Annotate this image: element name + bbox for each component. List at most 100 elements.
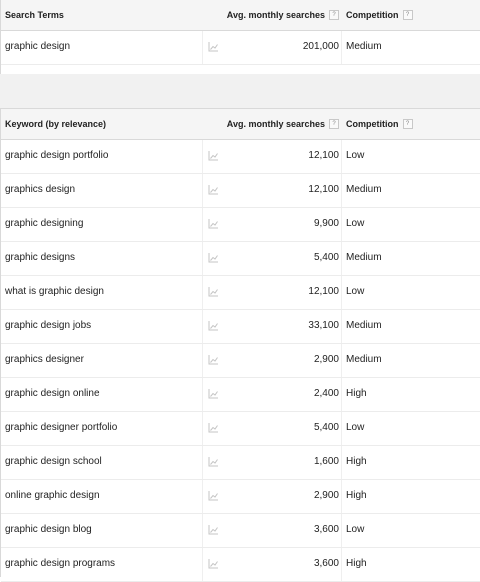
competition-cell: Medium: [346, 41, 382, 52]
table-row: graphic designing 9,900 Low: [1, 208, 480, 242]
keyword-cell[interactable]: graphic designing: [5, 218, 83, 229]
competition-cell: High: [346, 558, 367, 569]
keyword-cell[interactable]: graphics design: [5, 184, 75, 195]
table-row: graphics designer 2,900 Medium: [1, 344, 480, 378]
column-divider: [202, 310, 203, 343]
competition-cell: Low: [346, 286, 365, 297]
competition-cell: High: [346, 456, 367, 467]
trend-chart-icon[interactable]: [208, 253, 219, 263]
competition-cell: Low: [346, 218, 365, 229]
competition-cell: Medium: [346, 184, 382, 195]
trend-chart-icon[interactable]: [208, 219, 219, 229]
help-icon[interactable]: ?: [329, 119, 339, 129]
column-divider: [202, 31, 203, 64]
keyword-cell[interactable]: graphic designs: [5, 252, 75, 263]
column-divider: [341, 412, 342, 445]
search-terms-rows: graphic design 201,000 Medium: [1, 31, 480, 65]
competition-cell: High: [346, 388, 367, 399]
keyword-cell[interactable]: graphic design: [5, 41, 70, 52]
keyword-ideas-header: Keyword (by relevance) Avg. monthly sear…: [1, 109, 480, 140]
keyword-cell[interactable]: online graphic design: [5, 490, 100, 501]
column-divider: [341, 480, 342, 513]
trend-chart-icon[interactable]: [208, 287, 219, 297]
column-divider: [341, 208, 342, 241]
column-divider: [341, 378, 342, 411]
trend-chart-icon[interactable]: [208, 525, 219, 535]
trend-chart-icon[interactable]: [208, 321, 219, 331]
avg-monthly-searches-cell: 12,100: [308, 150, 339, 161]
column-divider: [341, 140, 342, 173]
column-divider: [341, 446, 342, 479]
competition-cell: Low: [346, 422, 365, 433]
help-icon[interactable]: ?: [329, 10, 339, 20]
keyword-cell[interactable]: graphic design portfolio: [5, 150, 108, 161]
avg-monthly-searches-label: Avg. monthly searches: [226, 10, 325, 20]
column-divider: [341, 344, 342, 377]
table-row: graphic design online 2,400 High: [1, 378, 480, 412]
column-divider: [202, 242, 203, 275]
column-divider: [202, 208, 203, 241]
column-divider: [341, 242, 342, 275]
avg-monthly-searches-cell: 2,900: [313, 490, 339, 501]
avg-monthly-searches-cell: 12,100: [308, 286, 339, 297]
column-divider: [202, 344, 203, 377]
avg-monthly-searches-cell: 2,400: [313, 388, 339, 399]
keyword-cell[interactable]: what is graphic design: [5, 286, 104, 297]
table-row: graphic design 201,000 Medium: [1, 31, 480, 65]
trend-chart-icon[interactable]: [208, 423, 219, 433]
keyword-cell[interactable]: graphic design blog: [5, 524, 92, 535]
trend-chart-icon[interactable]: [208, 185, 219, 195]
search-terms-header: Search Terms Avg. monthly searches ? Com…: [1, 0, 480, 31]
trend-chart-icon[interactable]: [208, 42, 219, 52]
keyword-cell[interactable]: graphics designer: [5, 354, 84, 365]
table-row: graphic design programs 3,600 High: [1, 548, 480, 582]
column-divider: [202, 548, 203, 581]
column-header-avg-monthly-searches[interactable]: Avg. monthly searches ?: [227, 10, 339, 20]
keyword-cell[interactable]: graphic design jobs: [5, 320, 91, 331]
keyword-cell[interactable]: graphic designer portfolio: [5, 422, 117, 433]
avg-monthly-searches-cell: 12,100: [308, 184, 339, 195]
column-divider: [341, 174, 342, 207]
column-header-search-terms[interactable]: Search Terms: [5, 10, 64, 20]
trend-chart-icon[interactable]: [208, 151, 219, 161]
avg-monthly-searches-cell: 5,400: [313, 252, 339, 263]
avg-monthly-searches-cell: 9,900: [313, 218, 339, 229]
avg-monthly-searches-cell: 3,600: [313, 558, 339, 569]
column-divider: [202, 412, 203, 445]
trend-chart-icon[interactable]: [208, 355, 219, 365]
column-divider: [341, 31, 342, 64]
keyword-cell[interactable]: graphic design school: [5, 456, 102, 467]
trend-chart-icon[interactable]: [208, 457, 219, 467]
table-row: graphic designer portfolio 5,400 Low: [1, 412, 480, 446]
column-header-avg-monthly-searches[interactable]: Avg. monthly searches ?: [227, 119, 339, 129]
table-row: online graphic design 2,900 High: [1, 480, 480, 514]
column-header-competition[interactable]: Competition ?: [346, 119, 413, 129]
table-row: what is graphic design 12,100 Low: [1, 276, 480, 310]
table-row: graphic design jobs 33,100 Medium: [1, 310, 480, 344]
trend-chart-icon[interactable]: [208, 559, 219, 569]
column-divider: [202, 276, 203, 309]
trend-chart-icon[interactable]: [208, 491, 219, 501]
column-header-competition[interactable]: Competition ?: [346, 10, 413, 20]
keyword-cell[interactable]: graphic design online: [5, 388, 100, 399]
competition-label: Competition: [346, 10, 399, 20]
avg-monthly-searches-cell: 5,400: [313, 422, 339, 433]
column-divider: [341, 310, 342, 343]
avg-monthly-searches-cell: 2,900: [313, 354, 339, 365]
help-icon[interactable]: ?: [402, 119, 413, 129]
avg-monthly-searches-cell: 1,600: [313, 456, 339, 467]
table-row: graphics design 12,100 Medium: [1, 174, 480, 208]
column-divider: [341, 548, 342, 581]
search-terms-table: Search Terms Avg. monthly searches ? Com…: [0, 0, 480, 75]
column-divider: [202, 378, 203, 411]
column-header-keyword[interactable]: Keyword (by relevance): [5, 119, 106, 129]
table-row: graphic design portfolio 12,100 Low: [1, 140, 480, 174]
competition-label: Competition: [346, 119, 399, 129]
trend-chart-icon[interactable]: [208, 389, 219, 399]
keyword-cell[interactable]: graphic design programs: [5, 558, 115, 569]
column-divider: [341, 276, 342, 309]
column-divider: [202, 514, 203, 547]
competition-cell: Low: [346, 524, 365, 535]
help-icon[interactable]: ?: [402, 10, 413, 20]
table-row: graphic design blog 3,600 Low: [1, 514, 480, 548]
